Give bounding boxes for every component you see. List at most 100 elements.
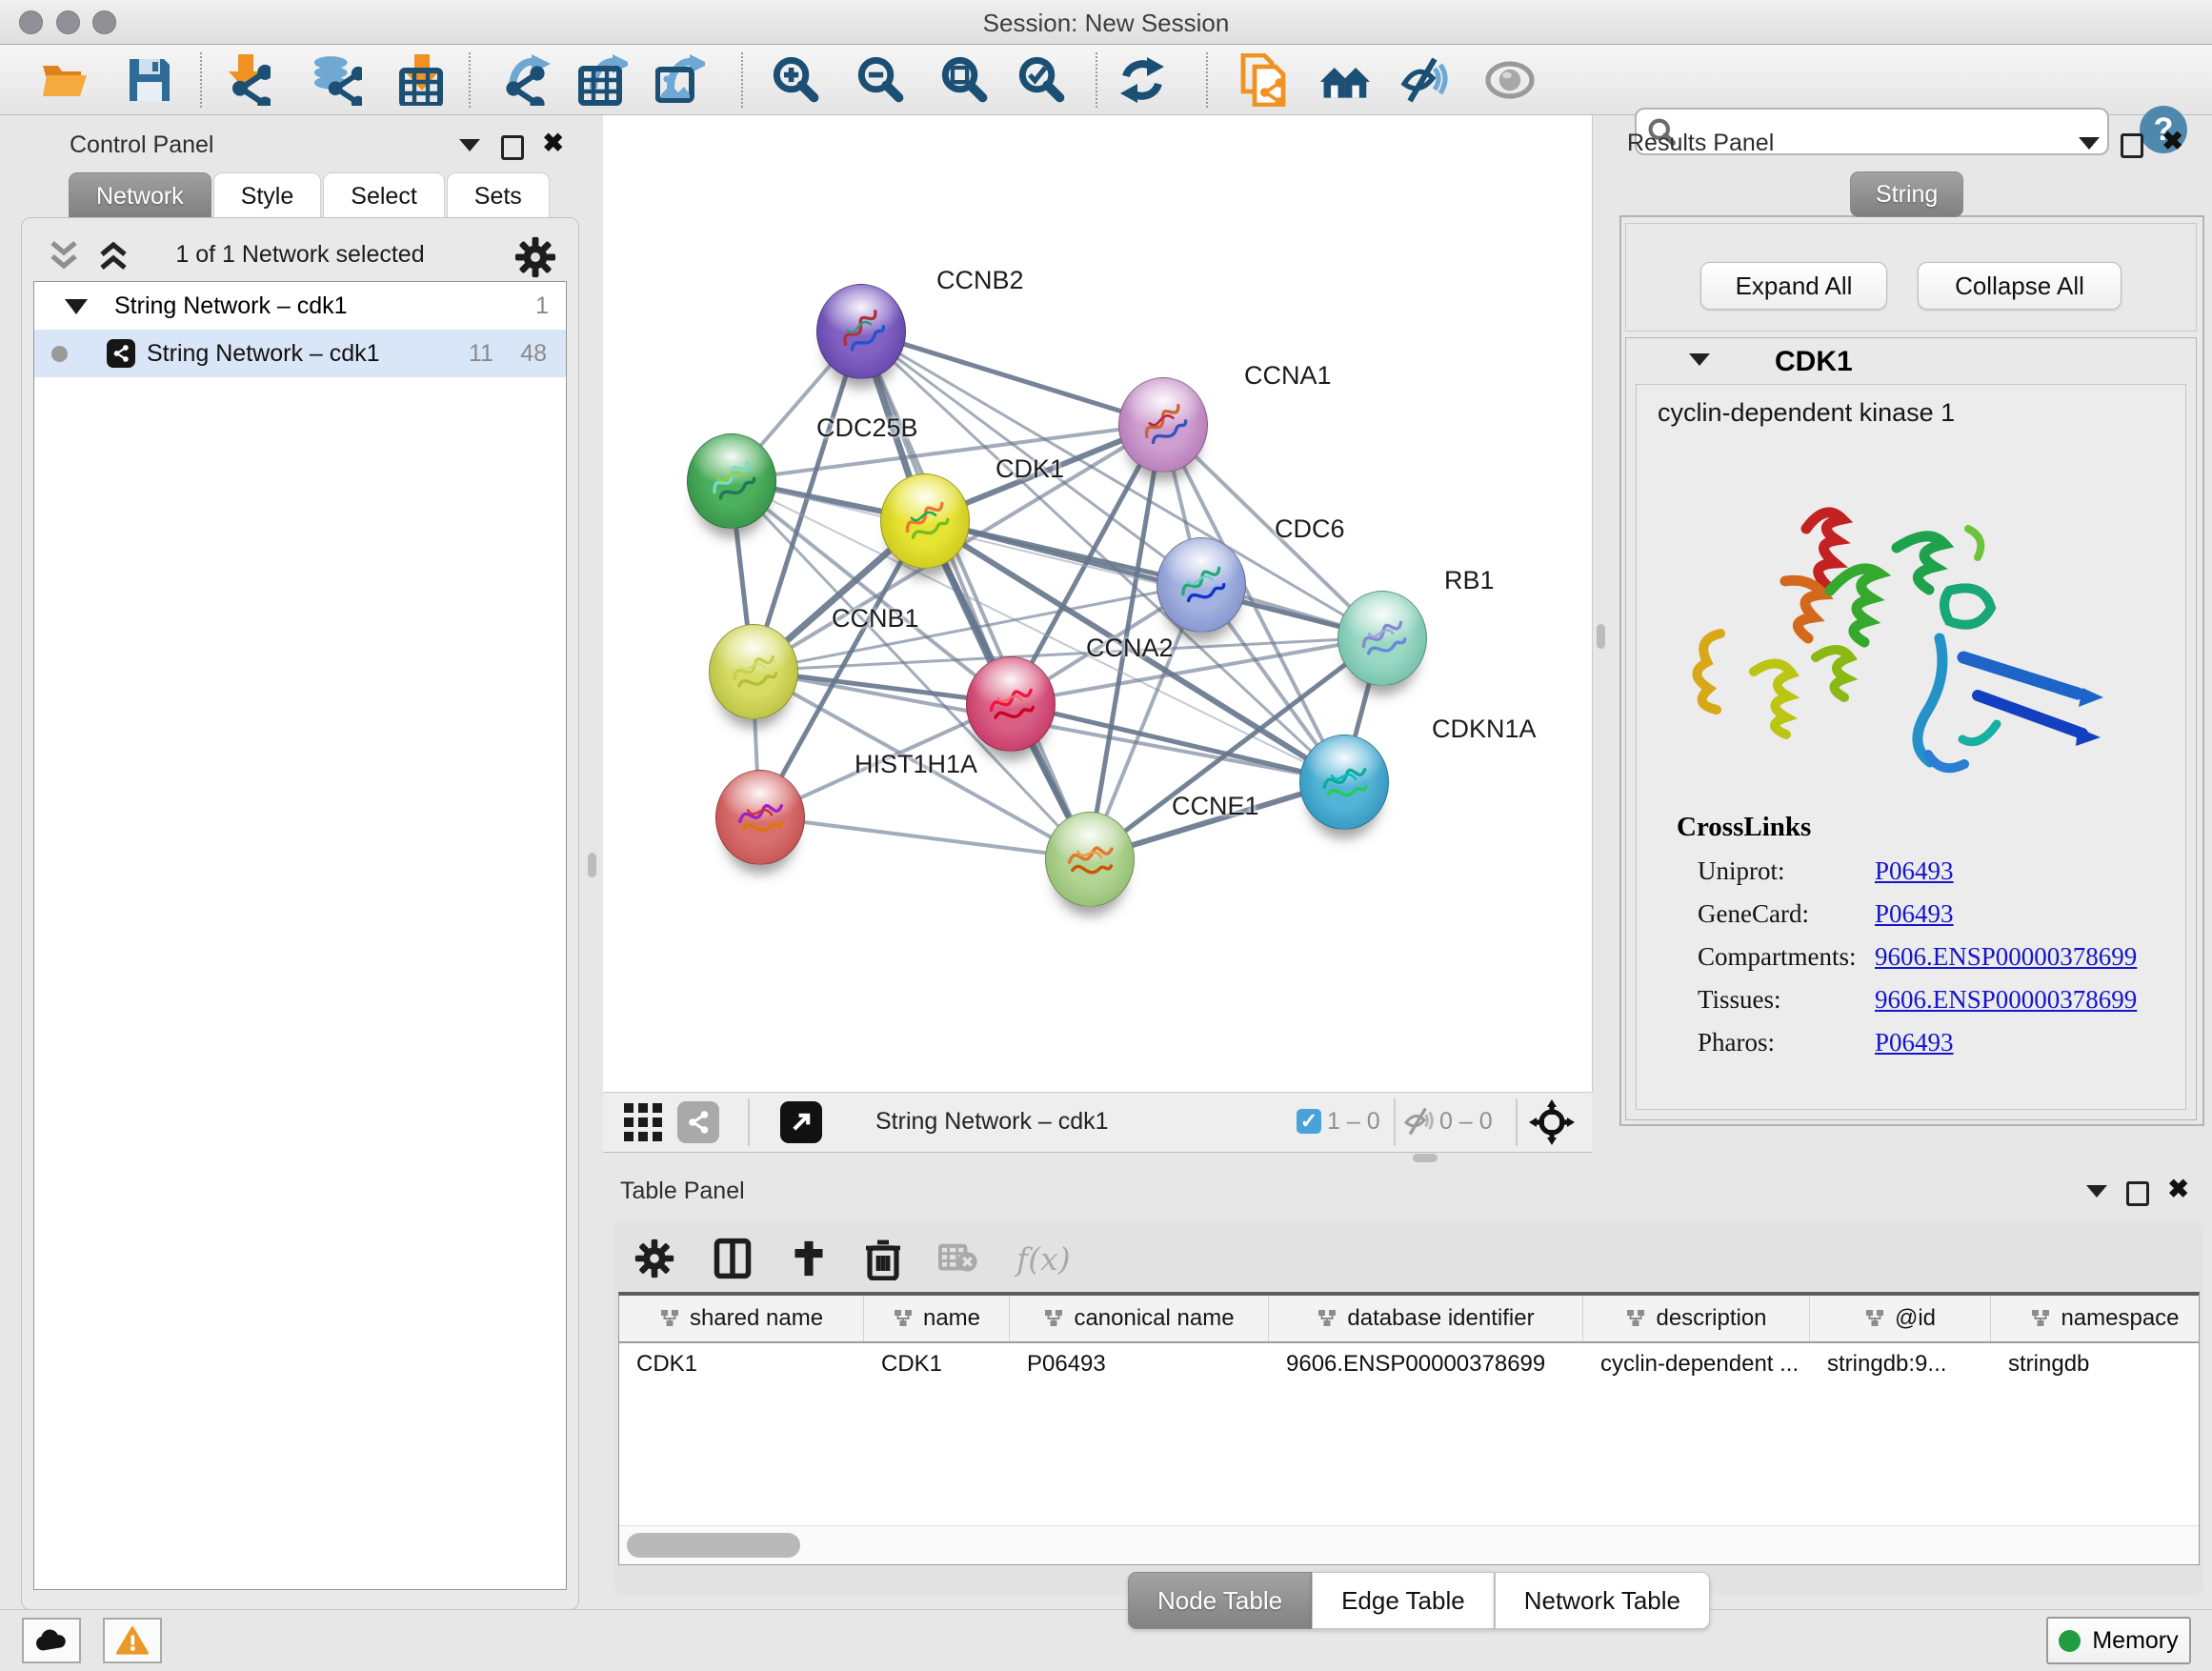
node-CDC25B[interactable] — [687, 433, 776, 529]
import-database-button[interactable] — [311, 54, 362, 106]
edge-HIST1H1A-CCNE1[interactable] — [759, 816, 1089, 858]
column-header-namespace[interactable]: namespace — [1991, 1296, 2200, 1341]
zoom-in-button[interactable] — [771, 54, 822, 106]
delete-column-icon[interactable] — [864, 1237, 902, 1280]
column-header-description[interactable]: description — [1583, 1296, 1810, 1341]
node-CCNA2[interactable] — [966, 656, 1056, 752]
zoom-selected-button[interactable] — [1016, 54, 1068, 106]
network-collection-row[interactable]: String Network – cdk1 1 — [34, 282, 566, 330]
tab-network[interactable]: Network — [69, 172, 211, 220]
table-cell[interactable]: stringdb — [1991, 1351, 2200, 1378]
column-header-shared-name[interactable]: shared name — [619, 1296, 864, 1341]
tab-style[interactable]: Style — [213, 172, 322, 220]
zoom-out-button[interactable] — [855, 54, 907, 106]
collapse-all-button[interactable]: Collapse All — [1918, 262, 2122, 310]
column-header-name[interactable]: name — [864, 1296, 1010, 1341]
show-panel-icon[interactable] — [1484, 54, 1536, 106]
tab-string[interactable]: String — [1850, 171, 1963, 217]
warning-button[interactable] — [103, 1618, 162, 1663]
save-session-button[interactable] — [124, 54, 175, 106]
column-header-database-identifier[interactable]: database identifier — [1269, 1296, 1583, 1341]
table-row[interactable]: CDK1CDK1P064939606.ENSP00000378699cyclin… — [619, 1343, 2199, 1385]
node-CDKN1A[interactable] — [1299, 735, 1389, 830]
crosslink-link[interactable]: P06493 — [1875, 899, 1954, 929]
node-CCNB2[interactable] — [816, 284, 906, 379]
node-HIST1H1A[interactable] — [715, 770, 805, 865]
node-RB1[interactable] — [1337, 591, 1427, 686]
horizontal-scrollbar[interactable] — [619, 1525, 2199, 1564]
zoom-fit-button[interactable] — [939, 54, 991, 106]
table-cell[interactable]: CDK1 — [864, 1351, 1010, 1378]
float-panel-icon[interactable] — [2126, 1181, 2149, 1206]
tab-node-table[interactable]: Node Table — [1128, 1572, 1312, 1629]
tab-select[interactable]: Select — [323, 172, 444, 220]
crosslink-link[interactable]: 9606.ENSP00000378699 — [1875, 985, 2137, 1015]
protein-ribbon-thumbnail — [831, 302, 892, 359]
table-cell[interactable]: stringdb:9... — [1810, 1351, 1991, 1378]
collapse-arrow-icon[interactable] — [65, 297, 88, 314]
cloud-button[interactable] — [22, 1618, 81, 1663]
tab-edge-table[interactable]: Edge Table — [1312, 1572, 1495, 1629]
hide-panel-icon[interactable] — [1399, 54, 1451, 106]
refresh-layout-button[interactable] — [1116, 54, 1168, 106]
panel-menu-icon[interactable] — [459, 139, 480, 151]
crosslink-link[interactable]: 9606.ENSP00000378699 — [1875, 942, 2137, 972]
scrollbar-thumb[interactable] — [627, 1533, 800, 1558]
table-cell[interactable]: 9606.ENSP00000378699 — [1269, 1351, 1583, 1378]
left-splitter-handle[interactable] — [588, 853, 596, 877]
collapse-section-icon[interactable] — [1689, 353, 1710, 366]
export-table-button[interactable] — [577, 54, 629, 106]
panel-menu-icon[interactable] — [2079, 137, 2100, 150]
crosslink-link[interactable]: P06493 — [1875, 1028, 1954, 1057]
import-table-button[interactable] — [395, 54, 447, 106]
gear-icon[interactable] — [513, 235, 557, 279]
column-header-canonical-name[interactable]: canonical name — [1010, 1296, 1269, 1341]
function-builder-icon[interactable]: f(x) — [1016, 1240, 1071, 1278]
close-panel-icon[interactable]: ✖ — [542, 133, 564, 152]
node-CDK1[interactable] — [880, 473, 970, 569]
export-network-button[interactable] — [500, 54, 552, 106]
node-CDC6[interactable] — [1156, 537, 1246, 633]
expand-all-button[interactable]: Expand All — [1700, 262, 1887, 310]
pan-crosshair-icon[interactable] — [1529, 1099, 1575, 1145]
network-view-canvas[interactable]: CCNB2CCNA1CDC25BCDK1CDC6RB1CCNB1CCNA2CDK… — [603, 115, 1593, 1092]
columns-icon[interactable] — [712, 1238, 754, 1279]
node-CCNA1[interactable] — [1118, 377, 1208, 473]
import-network-button[interactable] — [220, 54, 271, 106]
memory-button[interactable]: Memory — [2046, 1617, 2191, 1664]
edge-CCNB2-CCNA1[interactable] — [860, 331, 1162, 424]
node-CCNB1[interactable] — [709, 624, 798, 719]
close-panel-icon[interactable]: ✖ — [2167, 1179, 2189, 1198]
panel-menu-icon[interactable] — [2086, 1185, 2107, 1198]
open-session-button[interactable] — [40, 54, 91, 106]
selected-checkbox[interactable]: ✓ — [1297, 1109, 1321, 1134]
table-cell[interactable]: CDK1 — [619, 1351, 864, 1378]
results-panel: Results Panel ✖ String Expand All Collap… — [1619, 122, 2204, 1132]
node-CCNE1[interactable] — [1045, 812, 1135, 907]
column-header--id[interactable]: @id — [1810, 1296, 1991, 1341]
network-share-icon[interactable] — [677, 1101, 719, 1143]
crosslink-link[interactable]: P06493 — [1875, 856, 1954, 886]
tab-network-table[interactable]: Network Table — [1495, 1572, 1710, 1629]
open-in-window-icon[interactable] — [780, 1101, 822, 1143]
grid-view-icon[interactable] — [622, 1101, 664, 1143]
table-cell[interactable]: cyclin-dependent ... — [1583, 1351, 1810, 1378]
close-panel-icon[interactable]: ✖ — [2162, 131, 2183, 151]
right-splitter-handle[interactable] — [1597, 624, 1605, 649]
snapshot-button[interactable] — [1238, 54, 1290, 106]
float-panel-icon[interactable] — [2121, 133, 2143, 158]
add-column-icon[interactable] — [790, 1238, 828, 1279]
home-pages-icon[interactable] — [1318, 54, 1370, 106]
tab-sets[interactable]: Sets — [447, 172, 550, 220]
network-row[interactable]: String Network – cdk1 11 48 — [34, 330, 566, 377]
table-options-icon[interactable] — [633, 1238, 675, 1279]
bottom-splitter-handle[interactable] — [1413, 1154, 1438, 1162]
table-cell[interactable]: P06493 — [1010, 1351, 1269, 1378]
node-label-RB1: RB1 — [1444, 566, 1495, 595]
float-panel-icon[interactable] — [501, 135, 524, 160]
export-image-button[interactable] — [654, 54, 706, 106]
node-label-CDC25B: CDC25B — [816, 413, 918, 443]
crosslink-row: Uniprot:P06493 — [1698, 856, 2185, 886]
clear-table-icon[interactable] — [938, 1243, 980, 1274]
node-section-header[interactable]: CDK1 — [1626, 338, 2196, 384]
